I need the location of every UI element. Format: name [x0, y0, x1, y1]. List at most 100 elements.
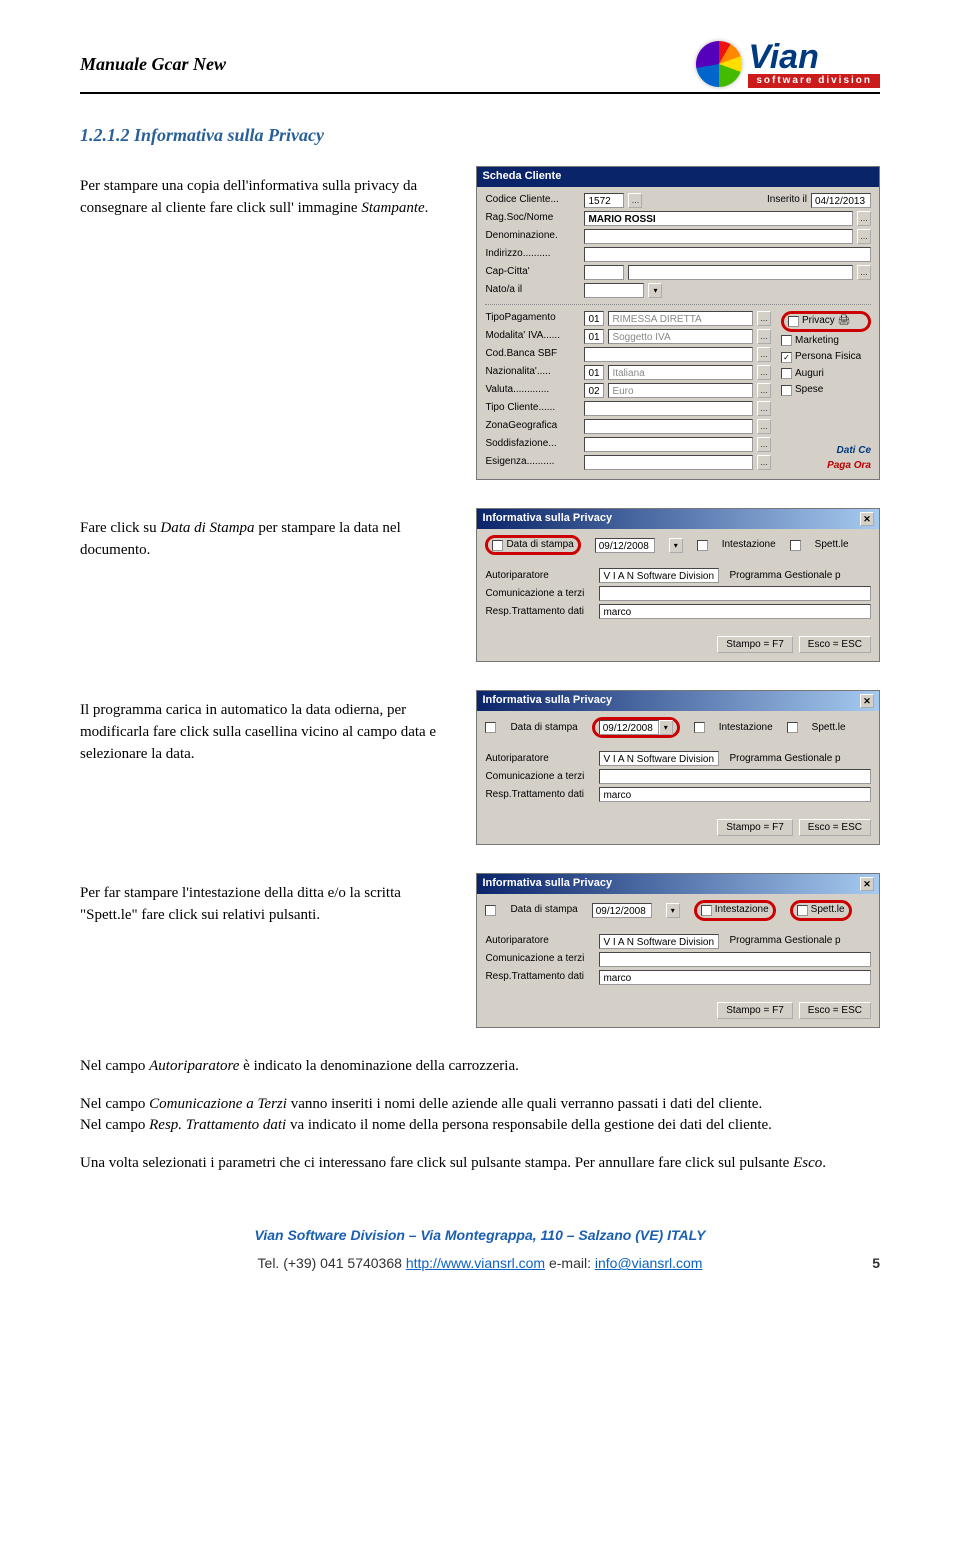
valuta-code[interactable]: 02: [584, 383, 604, 398]
lookup-icon[interactable]: …: [857, 229, 871, 244]
denominazione-input[interactable]: [584, 229, 853, 244]
cb-intestazione[interactable]: [701, 905, 712, 916]
esco-button[interactable]: Esco = ESC: [799, 636, 871, 653]
lookup-icon[interactable]: …: [857, 265, 871, 280]
screenshot-scheda-cliente: Scheda Cliente Codice Cliente... 1572 … …: [476, 166, 880, 480]
close-icon[interactable]: ✕: [860, 694, 874, 708]
cb-marketing[interactable]: Marketing: [781, 334, 871, 349]
cb-spettle[interactable]: [790, 540, 801, 551]
date-input[interactable]: 09/12/2008: [599, 720, 659, 735]
cb-privacy[interactable]: Privacy: [788, 314, 835, 329]
cb-persona-fisica[interactable]: Persona Fisica: [781, 350, 871, 365]
cb-data-stampa[interactable]: [485, 905, 496, 916]
lookup-icon[interactable]: …: [757, 383, 771, 398]
nato-input[interactable]: [584, 283, 644, 298]
dropdown-icon[interactable]: ▾: [666, 903, 680, 918]
dialog-title: Informativa sulla Privacy: [482, 876, 612, 892]
printer-icon[interactable]: 🖨: [838, 314, 851, 329]
label-tipopag: TipoPagamento: [485, 311, 580, 326]
esco-button[interactable]: Esco = ESC: [799, 819, 871, 836]
label-comunicazione: Comunicazione a terzi: [485, 587, 595, 602]
sodd-input[interactable]: [584, 437, 753, 452]
logo-swirl-icon: [696, 41, 742, 87]
doc-title: Manuale Gcar New: [80, 51, 226, 77]
paragraph-7: Nel campo Resp. Trattamento dati va indi…: [80, 1115, 880, 1137]
esig-input[interactable]: [584, 455, 753, 470]
resp-input[interactable]: marco: [599, 604, 871, 619]
citta-input[interactable]: [628, 265, 853, 280]
resp-input[interactable]: marco: [599, 970, 871, 985]
date-input[interactable]: 09/12/2008: [595, 538, 655, 553]
document-header: Manuale Gcar New Vian software division: [80, 40, 880, 94]
cap-input[interactable]: [584, 265, 624, 280]
dropdown-icon[interactable]: ▾: [659, 720, 673, 735]
label-autoriparatore: Autoriparatore: [485, 569, 595, 584]
label-comunicazione: Comunicazione a terzi: [485, 952, 595, 967]
lookup-icon[interactable]: …: [857, 211, 871, 226]
inserito-input[interactable]: 04/12/2013: [811, 193, 871, 208]
footer-email-link[interactable]: info@viansrl.com: [595, 1255, 703, 1271]
label-resp: Resp.Trattamento dati: [485, 970, 595, 985]
cb-intestazione[interactable]: [697, 540, 708, 551]
lookup-icon[interactable]: …: [757, 437, 771, 452]
label-ragsociale: Rag.Soc/Nome: [485, 211, 580, 226]
codice-input[interactable]: 1572: [584, 193, 624, 208]
lookup-icon[interactable]: …: [628, 193, 642, 208]
zona-input[interactable]: [584, 419, 753, 434]
ragsociale-input[interactable]: MARIO ROSSI: [584, 211, 853, 226]
date-input[interactable]: 09/12/2008: [592, 903, 652, 918]
paragraph-5: Nel campo Autoriparatore è indicato la d…: [80, 1056, 880, 1078]
cb-spettle[interactable]: [797, 905, 808, 916]
autoriparatore-input[interactable]: V I A N Software Division: [599, 934, 719, 949]
autoriparatore-input[interactable]: V I A N Software Division: [599, 751, 719, 766]
modiva-code[interactable]: 01: [584, 329, 604, 344]
label-data-stampa: Data di stampa: [506, 538, 573, 553]
footer-address: Vian Software Division – Via Montegrappa…: [80, 1225, 880, 1245]
highlight-date-field: 09/12/2008▾: [592, 717, 680, 738]
close-icon[interactable]: ✕: [860, 877, 874, 891]
lookup-icon[interactable]: …: [757, 347, 771, 362]
naz-code[interactable]: 01: [584, 365, 604, 380]
tipopag-code[interactable]: 01: [584, 311, 604, 326]
comunicazione-input[interactable]: [599, 586, 871, 601]
footer-contact: Tel. (+39) 041 5740368 http://www.viansr…: [80, 1253, 880, 1273]
label-spettle: Spett.le: [811, 903, 845, 918]
autoriparatore-input[interactable]: V I A N Software Division: [599, 568, 719, 583]
cb-data-stampa[interactable]: [485, 722, 496, 733]
tipocliente-input[interactable]: [584, 401, 753, 416]
label-codbanca: Cod.Banca SBF: [485, 347, 580, 362]
resp-input[interactable]: marco: [599, 787, 871, 802]
dialog-title: Informativa sulla Privacy: [482, 693, 612, 709]
cb-spettle[interactable]: [787, 722, 798, 733]
stampo-button[interactable]: Stampo = F7: [717, 819, 793, 836]
lookup-icon[interactable]: …: [757, 329, 771, 344]
lookup-icon[interactable]: …: [757, 365, 771, 380]
cb-auguri[interactable]: Auguri: [781, 367, 871, 382]
lookup-icon[interactable]: …: [757, 311, 771, 326]
footer-url-link[interactable]: http://www.viansrl.com: [406, 1255, 545, 1271]
lookup-icon[interactable]: …: [757, 401, 771, 416]
cb-data-stampa[interactable]: [492, 540, 503, 551]
label-naz: Nazionalita'.....: [485, 365, 580, 380]
dati-chip: Dati Ce: [781, 444, 871, 459]
comunicazione-input[interactable]: [599, 952, 871, 967]
label-tipocliente: Tipo Cliente......: [485, 401, 580, 416]
cb-intestazione[interactable]: [694, 722, 705, 733]
lookup-icon[interactable]: …: [757, 419, 771, 434]
stampo-button[interactable]: Stampo = F7: [717, 636, 793, 653]
cb-spese[interactable]: Spese: [781, 383, 871, 398]
esco-button[interactable]: Esco = ESC: [799, 1002, 871, 1019]
page-number: 5: [872, 1253, 880, 1273]
close-icon[interactable]: ✕: [860, 512, 874, 526]
indirizzo-input[interactable]: [584, 247, 871, 262]
label-programma: Programma Gestionale p: [729, 752, 840, 767]
label-data-stampa: Data di stampa: [510, 721, 577, 736]
lookup-icon[interactable]: …: [757, 455, 771, 470]
comunicazione-input[interactable]: [599, 769, 871, 784]
logo-text-main: Vian: [748, 40, 880, 74]
dropdown-icon[interactable]: ▾: [669, 538, 683, 553]
stampo-button[interactable]: Stampo = F7: [717, 1002, 793, 1019]
dropdown-icon[interactable]: ▾: [648, 283, 662, 298]
codbanca-input[interactable]: [584, 347, 753, 362]
paragraph-1: Per stampare una copia dell'informativa …: [80, 176, 452, 220]
